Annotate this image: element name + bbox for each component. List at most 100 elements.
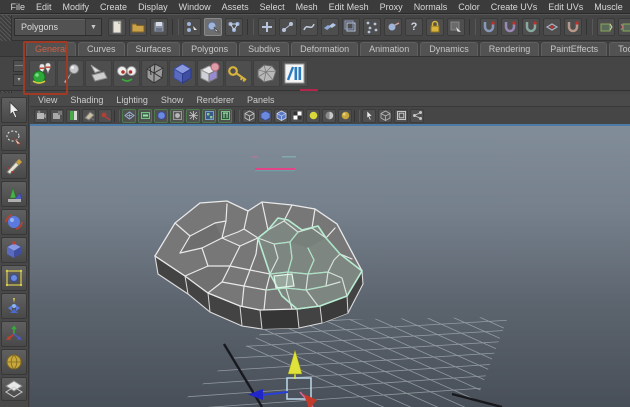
output-connections-icon[interactable]	[618, 18, 630, 36]
menu-color[interactable]: Color	[453, 2, 486, 12]
shatter-cube-shelf-item[interactable]	[141, 60, 168, 87]
snap-to-points-icon[interactable]	[522, 18, 540, 36]
select-camera-icon[interactable]	[34, 108, 48, 123]
panel-menu-show[interactable]: Show	[161, 95, 193, 105]
plane-arrow-shelf-item[interactable]	[85, 60, 112, 87]
field-chart-icon[interactable]	[170, 108, 184, 123]
move-tool[interactable]	[1, 181, 27, 207]
shelf-tab-rendering[interactable]: Rendering	[479, 42, 540, 56]
shelf-tab-curves[interactable]: Curves	[78, 42, 125, 56]
snap-to-curves-icon[interactable]	[501, 18, 519, 36]
menu-mesh[interactable]: Mesh	[290, 2, 323, 12]
selection-mask-curves-icon[interactable]	[300, 18, 318, 36]
menu-set-dropdown[interactable]: Polygons ▼	[14, 18, 102, 36]
panel-menu-shading[interactable]: Shading	[70, 95, 112, 105]
panel-menu-renderer[interactable]: Renderer	[196, 95, 243, 105]
film-gate-icon[interactable]	[122, 108, 136, 123]
lock-selection-icon[interactable]	[426, 18, 444, 36]
shelf-tab-toon[interactable]: Toon	[609, 42, 630, 56]
paint-selection-tool[interactable]	[1, 153, 27, 179]
select-by-component-icon[interactable]	[225, 18, 243, 36]
select-tool[interactable]	[1, 97, 27, 123]
menu-display[interactable]: Display	[133, 2, 174, 12]
show-manipulator-tool[interactable]	[1, 321, 27, 347]
resolution-gate-icon[interactable]	[138, 108, 152, 123]
xray-icon[interactable]	[378, 108, 392, 123]
menu-window[interactable]: Window	[173, 2, 216, 12]
menu-edit-uvs[interactable]: Edit UVs	[543, 2, 589, 12]
frame-rate-icon[interactable]	[218, 108, 232, 123]
status-separator[interactable]	[172, 19, 179, 35]
selection-mask-planes-icon[interactable]	[342, 18, 360, 36]
gate-mask-icon[interactable]	[154, 108, 168, 123]
selection-mask-handles-icon[interactable]	[279, 18, 297, 36]
status-separator[interactable]	[469, 19, 476, 35]
selection-mask-points-icon[interactable]	[258, 18, 276, 36]
selection-mask-help-icon[interactable]: ?	[405, 18, 423, 36]
safe-action-icon[interactable]	[186, 108, 200, 123]
select-by-object-icon[interactable]	[204, 18, 222, 36]
universal-manipulator-tool[interactable]	[1, 265, 27, 291]
wireframe-icon[interactable]	[242, 108, 256, 123]
safe-title-icon[interactable]	[202, 108, 216, 123]
menu-normals[interactable]: Normals	[408, 2, 453, 12]
perspective-viewport[interactable]	[30, 124, 630, 407]
rock-mesh[interactable]	[154, 200, 364, 330]
status-separator[interactable]	[586, 19, 593, 35]
selection-mask-deformations-icon[interactable]	[363, 18, 381, 36]
two-d-pan-zoom-icon[interactable]	[98, 108, 112, 123]
last-tool-used[interactable]	[1, 349, 27, 375]
soft-modification-tool[interactable]	[1, 293, 27, 319]
image-plane-icon[interactable]	[82, 108, 96, 123]
menu-proxy[interactable]: Proxy	[374, 2, 408, 12]
menu-assets[interactable]: Assets	[216, 2, 254, 12]
menu-edit-mesh[interactable]: Edit Mesh	[323, 2, 374, 12]
input-connections-icon[interactable]	[597, 18, 615, 36]
screen-space-ao-icon[interactable]	[338, 108, 352, 123]
snap-to-view-planes-icon[interactable]	[564, 18, 582, 36]
crumple-mesh-shelf-item[interactable]	[253, 60, 280, 87]
googly-eyes-shelf-item[interactable]	[113, 60, 140, 87]
shelf-tab-polygons[interactable]: Polygons	[182, 42, 238, 56]
open-scene-icon[interactable]	[129, 18, 147, 36]
save-scene-icon[interactable]	[150, 18, 168, 36]
menu-edit[interactable]: Edit	[31, 2, 58, 12]
shaded-icon[interactable]	[258, 108, 272, 123]
layout-single-pane-button[interactable]	[1, 377, 27, 401]
shelf-tab-dynamics[interactable]: Dynamics	[420, 42, 478, 56]
shelf-tab-animation[interactable]: Animation	[360, 42, 419, 56]
lasso-tool[interactable]	[1, 125, 27, 151]
wireframe-on-shaded-icon[interactable]	[274, 108, 288, 123]
select-by-hierarchy-icon[interactable]	[183, 18, 201, 36]
highlight-selection-icon[interactable]	[447, 18, 465, 36]
shelf-tab-painteffects[interactable]: PaintEffects	[541, 42, 608, 56]
scale-tool[interactable]	[1, 237, 27, 263]
manipulator-z-axis[interactable]	[261, 391, 289, 396]
blue-cube-shelf-item[interactable]	[169, 60, 196, 87]
panel-menu-lighting[interactable]: Lighting	[116, 95, 157, 105]
shadows-icon[interactable]	[322, 108, 336, 123]
bookmark-icon[interactable]	[66, 108, 80, 123]
camera-attributes-icon[interactable]	[50, 108, 64, 123]
menu-modify[interactable]: Modify	[57, 2, 95, 12]
chevron-down-icon[interactable]: ▼	[85, 19, 101, 35]
shelf-tab-deformation[interactable]: Deformation	[291, 42, 359, 56]
snap-to-projected-center-icon[interactable]	[543, 18, 561, 36]
striped-plane-shelf-item[interactable]	[281, 60, 308, 87]
panel-menu-view[interactable]: View	[38, 95, 66, 105]
menu-create-uvs[interactable]: Create UVs	[485, 2, 543, 12]
panel-menu-panels[interactable]: Panels	[247, 95, 284, 105]
share-icon[interactable]	[410, 108, 424, 123]
new-scene-icon[interactable]	[108, 18, 126, 36]
use-all-lights-icon[interactable]	[306, 108, 320, 123]
viewport-renderer-icon[interactable]	[394, 108, 408, 123]
menu-file[interactable]: File	[5, 2, 31, 12]
shelf-tab-subdivs[interactable]: Subdivs	[239, 42, 290, 56]
snap-to-grid-icon[interactable]	[480, 18, 498, 36]
textured-icon[interactable]	[290, 108, 304, 123]
menu-select[interactable]: Select	[254, 2, 290, 12]
rotate-tool[interactable]	[1, 209, 27, 235]
shelf-tab-surfaces[interactable]: Surfaces	[126, 42, 181, 56]
menu-create[interactable]: Create	[95, 2, 133, 12]
key-shelf-item[interactable]	[225, 60, 252, 87]
